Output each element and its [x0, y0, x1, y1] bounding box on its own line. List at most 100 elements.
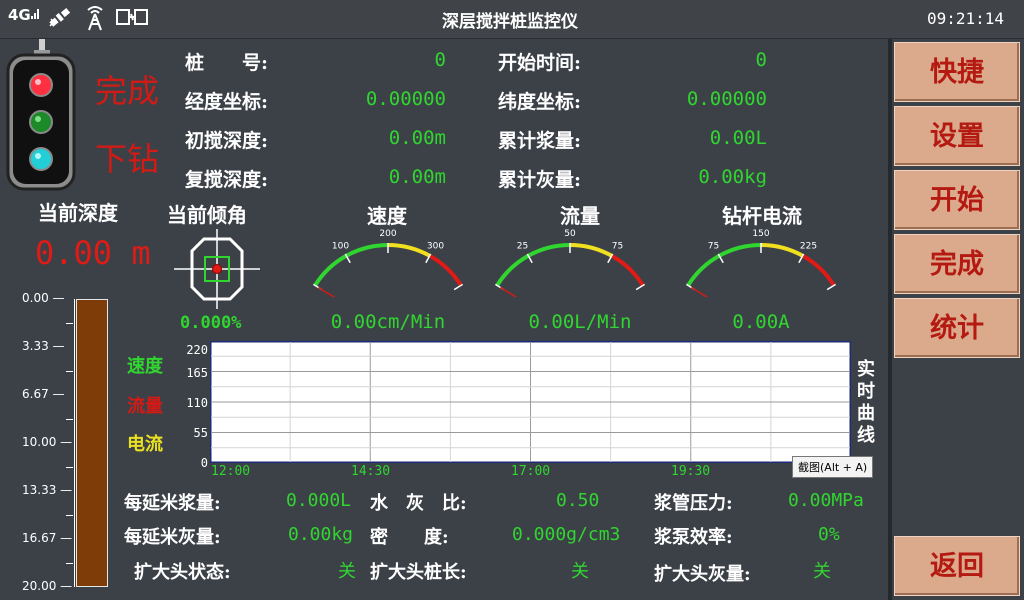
traffic-light-icon [6, 39, 76, 191]
finish-button[interactable]: 完成 [894, 234, 1020, 294]
x-tick: 12:00 [211, 464, 251, 479]
gauge-tick-label: 225 [800, 241, 817, 251]
antenna-icon [83, 6, 107, 31]
re-depth-label: 复搅深度: [185, 169, 269, 191]
gauge-tick [635, 283, 646, 291]
gauge-dial: 0255075100 [484, 229, 662, 331]
head-length-label: 扩大头桩长: [370, 562, 467, 583]
signal-4g-icon: 4G [8, 6, 41, 30]
density-value: 0.000g/cm3 [512, 524, 621, 545]
pile-no-label: 桩 号: [185, 52, 269, 74]
head-state-value: 关 [338, 561, 356, 582]
status-drill-down: 下钻 [95, 140, 160, 178]
depth-tick-label: 20.00 — [22, 579, 73, 593]
gauge-tick-label: 100 [332, 241, 349, 251]
gauge-arc-yellow [760, 243, 804, 258]
gauge-tick [453, 283, 464, 291]
wc-ratio-label: 水 灰 比: [370, 493, 467, 514]
start-time-value: 0 [755, 49, 767, 71]
gauge-arc-yellow [387, 243, 431, 258]
gauge-needle [500, 286, 571, 331]
y-tick: 55 [193, 426, 208, 440]
back-button[interactable]: 返回 [894, 536, 1020, 596]
y-tick: 220 [186, 343, 208, 357]
depth-minor-tick [66, 323, 73, 324]
gauge-speed: 0100200300400 [302, 225, 480, 331]
current-depth-label: 当前深度 [38, 201, 118, 225]
status-complete: 完成 [95, 72, 160, 110]
gauge-tick-label: 75 [612, 241, 623, 251]
head-length-value: 关 [571, 561, 589, 582]
x-tick: 14:30 [351, 464, 391, 479]
gauge-dial: 0100200300400 [302, 229, 480, 331]
head-ash-value: 关 [813, 561, 831, 582]
depth-tick-label: 0.00 — [22, 291, 65, 305]
depth-minor-tick [66, 419, 73, 420]
depth-minor-tick [66, 371, 73, 372]
latitude-label: 纬度坐标: [498, 91, 582, 113]
total-ash-value: 0.00kg [698, 166, 767, 188]
total-slurry-label: 累计浆量: [498, 130, 582, 152]
shortcut-button[interactable]: 快捷 [894, 42, 1020, 102]
pump-efficiency-label: 浆泵效率: [654, 527, 733, 548]
x-tick: 17:00 [511, 464, 551, 479]
stats-button[interactable]: 统计 [894, 298, 1020, 358]
depth-minor-tick [66, 515, 73, 516]
top-status-bar: 4G 深层搅拌桩监控仪 09:21:14 [0, 0, 1024, 39]
head-ash-label: 扩大头灰量: [654, 564, 751, 585]
gauge-arc-green [495, 243, 571, 287]
chart-title: 实时曲线 [857, 359, 875, 446]
y-tick: 165 [186, 366, 208, 380]
gauge-arc-red [801, 254, 836, 287]
realtime-chart[interactable] [210, 341, 851, 463]
first-depth-label: 初搅深度: [185, 130, 269, 152]
head-state-label: 扩大头状态: [134, 562, 231, 583]
screenshot-tooltip: 截图(Alt + A) [792, 456, 874, 478]
depth-tick-label: 10.00 — [22, 435, 73, 449]
gauge-tick-label: 75 [708, 241, 719, 251]
depth-minor-tick [66, 563, 73, 564]
gauge-arc-red [428, 254, 463, 287]
gauge-tick-label: 150 [752, 229, 769, 239]
satellite-icon [46, 6, 72, 30]
wc-ratio-value: 0.50 [556, 490, 600, 511]
network-label: 4G [8, 6, 31, 24]
current-tilt-label: 当前倾角 [167, 203, 247, 227]
density-label: 密 度: [370, 527, 449, 548]
y-tick: 110 [186, 396, 208, 410]
app-title: 深层搅拌桩监控仪 [442, 12, 578, 32]
start-button[interactable]: 开始 [894, 170, 1020, 230]
longitude-label: 经度坐标: [185, 91, 269, 113]
total-ash-label: 累计灰量: [498, 169, 582, 191]
gauge-tick [826, 283, 837, 291]
settings-button[interactable]: 设置 [894, 106, 1020, 166]
depth-minor-tick [66, 467, 73, 468]
depth-bar-fill [77, 300, 107, 586]
ash-per-m-label: 每延米灰量: [124, 527, 221, 548]
legend-speed: 速度 [127, 356, 163, 377]
gauge-current: 075150225300 [675, 225, 853, 331]
start-time-label: 开始时间: [498, 52, 582, 74]
pump-efficiency-value: 0% [818, 524, 840, 545]
depth-tick-label: 16.67 — [22, 531, 73, 545]
gauge-tick-label: 200 [379, 229, 396, 239]
slurry-per-m-label: 每延米浆量: [124, 493, 221, 514]
depth-tick-label: 13.33 — [22, 483, 73, 497]
legend-flow: 流量 [127, 396, 163, 417]
gauge-flow-value: 0.00L/Min [528, 311, 632, 333]
current-depth-value: 0.00 m [35, 234, 151, 272]
legend-current: 电流 [127, 434, 163, 455]
longitude-value: 0.00000 [365, 88, 446, 110]
gauge-arc-green [686, 243, 762, 287]
network-link-icon [116, 6, 148, 30]
depth-scale: 0.00 — 3.33 — 6.67 — 10.00 — 13.33 — 16.67 — 2… [0, 290, 110, 593]
pipe-pressure-value: 0.00MPa [788, 490, 864, 511]
current-tilt-value: 0.000% [180, 313, 242, 333]
gauge-current-value: 0.00A [732, 311, 790, 333]
x-tick: 19:30 [671, 464, 711, 479]
main-panel: 完成 下钻 桩 号: 0 开始时间: 0 经度坐标: 0.00000 纬度坐标:… [0, 39, 888, 600]
gauge-tick-label: 300 [427, 241, 444, 251]
gauge-arc-yellow [569, 243, 613, 258]
pipe-pressure-label: 浆管压力: [654, 493, 733, 514]
gauge-needle [691, 286, 762, 331]
